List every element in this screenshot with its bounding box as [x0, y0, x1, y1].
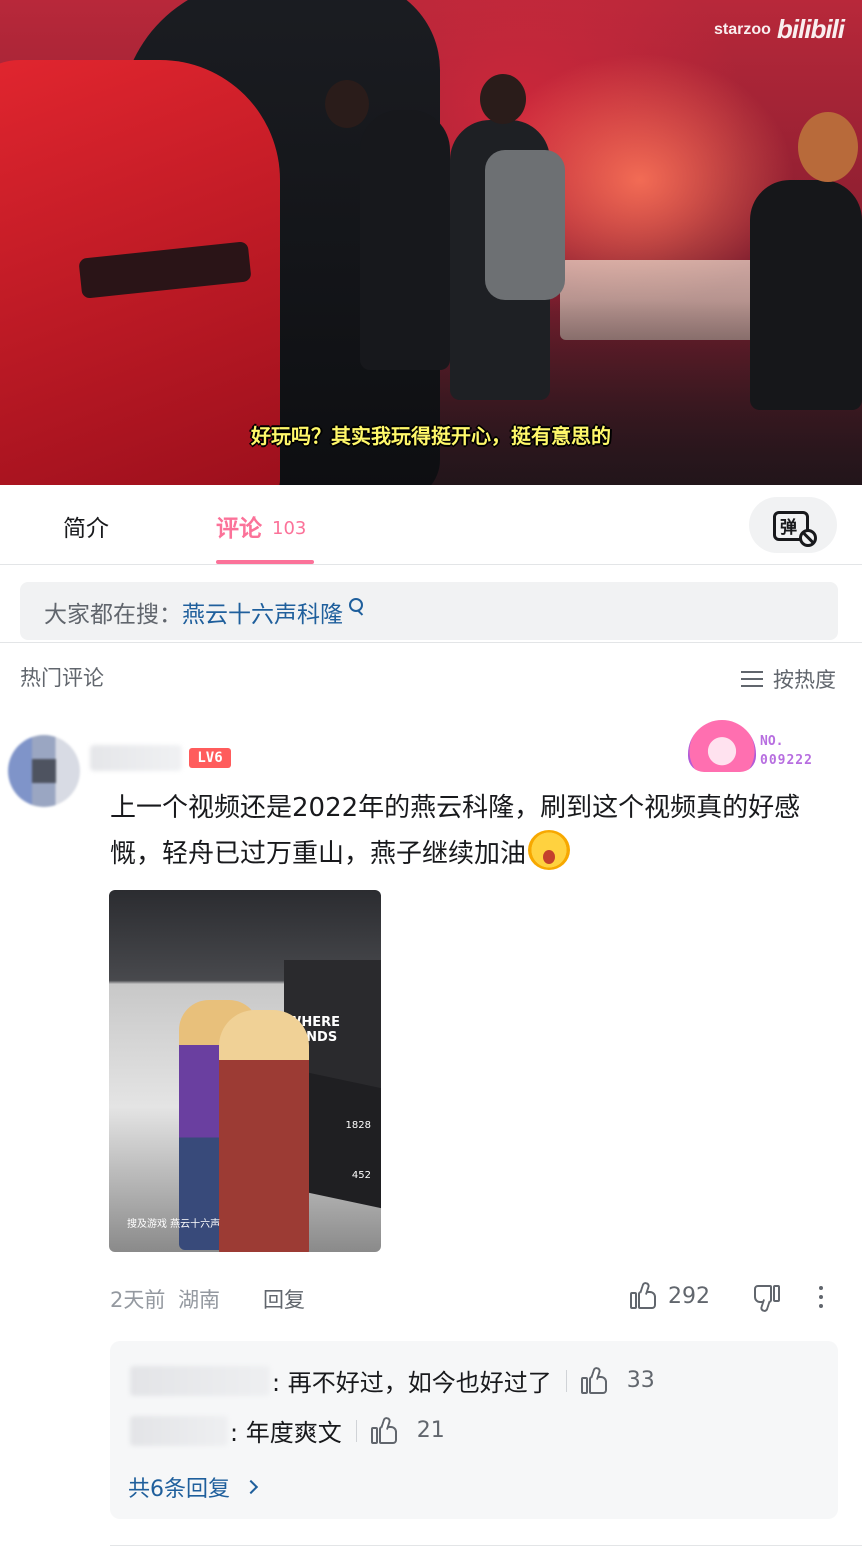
view-all-replies-link[interactable]: 共6条回复 [128, 1471, 259, 1503]
divider [110, 1545, 862, 1546]
tab-intro-label: 简介 [63, 516, 109, 542]
view-all-replies-label: 共6条回复 [128, 1477, 230, 1502]
watermark-brand: starzoo [713, 20, 771, 38]
image-comment-count: 452 [351, 1170, 371, 1181]
like-button[interactable]: 292 [630, 1281, 710, 1310]
search-suggestion-bar[interactable]: 大家都在搜：燕云十六声科隆 [20, 582, 838, 640]
video-person [360, 110, 450, 370]
reply-button[interactable]: 回复 [263, 1284, 305, 1314]
comments-count: 103 [272, 518, 307, 539]
level-badge: LV6 [189, 748, 231, 768]
replies-box[interactable]: : 再不好过，如今也好过了 33 : 年度爽文 21 共6条回复 [110, 1341, 838, 1519]
fan-badge[interactable]: NO. 009222 [688, 720, 828, 774]
username-blurred[interactable] [90, 745, 182, 771]
separator [565, 1369, 567, 1392]
danmaku-toggle-button[interactable]: 弹 [749, 497, 837, 553]
fan-badge-number: 009222 [760, 753, 813, 768]
reply-like-count: 21 [416, 1418, 445, 1443]
tab-intro[interactable]: 简介 [63, 509, 109, 543]
sort-list-icon [741, 671, 763, 687]
danmaku-off-icon: 弹 [773, 507, 817, 547]
hot-comments-title: 热门评论 [20, 666, 104, 690]
image-like-count: 1828 [345, 1120, 371, 1131]
fan-badge-label: NO. [760, 734, 784, 749]
video-person-head [325, 80, 369, 128]
sort-button[interactable]: 按热度 [741, 664, 836, 694]
reply-item[interactable]: : 年度爽文 21 [130, 1413, 445, 1448]
thumbs-up-icon[interactable] [370, 1415, 399, 1445]
comment-content: 上一个视频还是2022年的燕云科隆，刷到这个视频真的好感慨，轻舟已过万重山，燕子… [110, 786, 830, 876]
active-tab-indicator [216, 560, 314, 564]
surprised-face-emoji-icon [528, 830, 571, 870]
search-suggestion-prefix: 大家都在搜： [44, 602, 182, 628]
video-watermark: starzoo bilibili [713, 14, 845, 45]
video-person-head [480, 74, 526, 124]
separator [355, 1419, 357, 1442]
reply-username-blurred[interactable] [130, 1415, 228, 1446]
reply-text: : 再不好过，如今也好过了 [272, 1369, 552, 1397]
thumbs-up-icon [630, 1281, 658, 1310]
search-suggestion-keyword[interactable]: 燕云十六声科隆 [182, 602, 343, 628]
like-count: 292 [668, 1283, 710, 1309]
image-person [219, 1010, 309, 1252]
tab-comments-label: 评论 [216, 516, 262, 542]
thumbs-up-icon[interactable] [580, 1365, 609, 1395]
video-person-head [798, 112, 858, 182]
comment-meta: 2天前 湖南 [110, 1284, 220, 1314]
comment-image[interactable]: WHERE WINDS 1828 452 搜及游戏 燕云十六声 [109, 890, 381, 1252]
avatar[interactable] [8, 735, 80, 807]
image-caption: 搜及游戏 燕云十六声 [127, 1219, 221, 1230]
reply-like-count: 33 [626, 1368, 655, 1393]
sort-label: 按热度 [773, 668, 836, 692]
more-options-icon[interactable] [816, 1286, 826, 1312]
video-person-right [750, 180, 862, 410]
tab-bar: 简介 评论 103 弹 [0, 485, 862, 565]
comment-text: 上一个视频还是2022年的燕云科隆，刷到这个视频真的好感慨，轻舟已过万重山，燕子… [110, 793, 801, 869]
video-grey-backpack [485, 150, 565, 300]
reply-username-blurred[interactable] [130, 1365, 270, 1396]
search-icon [347, 598, 365, 616]
chevron-right-icon [243, 1479, 259, 1495]
video-player[interactable]: starzoo bilibili 好玩吗？其实我玩得挺开心，挺有意思的 [0, 0, 862, 485]
video-subtitle: 好玩吗？其实我玩得挺开心，挺有意思的 [251, 424, 611, 448]
fan-badge-character-icon [688, 720, 756, 772]
thumbs-down-icon[interactable] [752, 1284, 780, 1313]
tab-comments[interactable]: 评论 103 [216, 509, 306, 543]
reply-text: : 年度爽文 [230, 1419, 342, 1447]
comment-location: 湖南 [178, 1288, 221, 1312]
comment-time: 2天前 [110, 1288, 166, 1312]
reply-item[interactable]: : 再不好过，如今也好过了 33 [130, 1363, 655, 1398]
watermark-site: bilibili [776, 14, 845, 44]
divider [0, 642, 862, 643]
